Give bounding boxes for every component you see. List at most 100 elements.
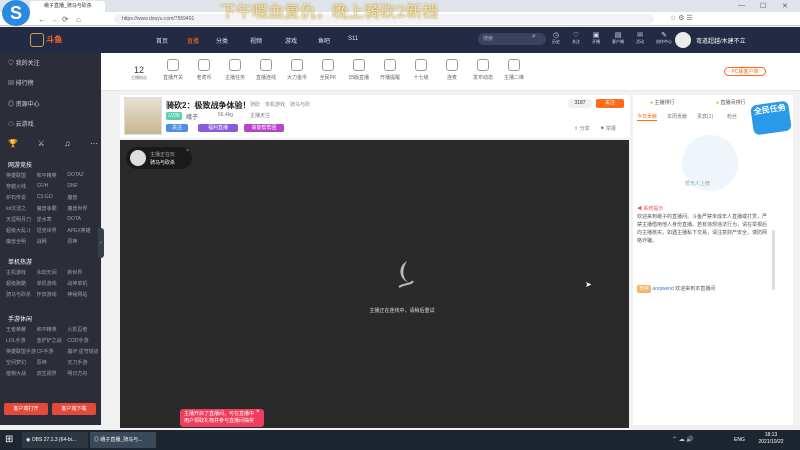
client-download-button[interactable]: 客户端下载	[52, 403, 96, 415]
video-player[interactable]	[120, 140, 629, 428]
sidebar-game-item[interactable]: 王者荣耀	[6, 326, 37, 333]
taskbar-app-browser[interactable]: ◎ 峨子直播_骑马与...	[90, 432, 156, 448]
room-tag[interactable]: 骑马与砍	[290, 101, 310, 108]
maximize-icon[interactable]: ☐	[760, 2, 766, 10]
sidebar-game-item[interactable]: 原神	[67, 238, 98, 245]
nav-yuba[interactable]: 鱼吧	[318, 36, 330, 45]
sidebar-game-item[interactable]: 主机游戏	[6, 269, 37, 276]
promo-badge[interactable]: 全民任务	[750, 100, 792, 136]
sidebar-game-item[interactable]: DNF	[67, 183, 98, 190]
sidebar-game-item[interactable]: LOL手游	[6, 337, 37, 344]
anchor-tool-item[interactable]: 主播任务	[220, 59, 250, 81]
sidebar-game-item[interactable]: 魔兽世界	[67, 205, 98, 212]
sidebar-game-item[interactable]: DOTA2	[67, 172, 98, 179]
home-icon[interactable]: ⌂	[76, 15, 81, 24]
room-tag[interactable]: 单机游戏	[265, 101, 285, 108]
room-rank-tab[interactable]: ● 直播间排行	[716, 99, 745, 106]
sidebar-game-item[interactable]: 天涯明月刀	[6, 216, 37, 223]
notification-toast[interactable]: 主播开启了直播间，可在直播中 用户领取礼物并参与直播间抽奖	[180, 409, 264, 427]
room-category[interactable]: 骑砍	[250, 101, 260, 108]
sidebar-game-item[interactable]: 英雄联盟手游	[6, 348, 37, 355]
streamer-avatar[interactable]	[124, 97, 162, 135]
sidebar-game-item[interactable]: 火影忍者	[67, 326, 98, 333]
sidebar-item-resource[interactable]: ◎ 资源中心	[8, 99, 40, 108]
site-logo[interactable]: 斗鱼	[30, 31, 130, 48]
anchor-tool-item[interactable]: 全民PK	[313, 59, 343, 81]
anchor-tool-item[interactable]: 直播开关	[158, 59, 188, 81]
sidebar-game-item[interactable]: 坦克世界	[37, 227, 68, 234]
sidebar-game-item[interactable]: 骑马与砍杀	[6, 291, 37, 298]
reload-icon[interactable]: ⟳	[62, 15, 69, 24]
contribution-tab[interactable]: 今日贡献	[637, 113, 658, 121]
sidebar-game-item[interactable]: 和平精英	[37, 326, 68, 333]
anchor-tool-item[interactable]: 大力金币	[282, 59, 312, 81]
taskbar-app-obs[interactable]: ◉ OBS 27.1.3 (64-bi...	[22, 432, 88, 448]
anchor-tool-item[interactable]: 开播提醒	[375, 59, 405, 81]
sidebar-game-item[interactable]: COD手游	[67, 337, 98, 344]
sidebar-game-item[interactable]: 战神单机	[67, 280, 98, 287]
sidebar-game-item[interactable]: 逆水寒	[37, 216, 68, 223]
sidebar-game-item[interactable]: 怀旧游戏	[37, 291, 68, 298]
nav-s11[interactable]: S11	[348, 36, 358, 42]
report-button[interactable]: ⚑ 举报	[600, 125, 616, 132]
avatar[interactable]	[675, 32, 691, 48]
sidebar-game-item[interactable]: 明日方舟	[67, 370, 98, 377]
welfare-badge[interactable]: 福利直播	[198, 124, 238, 132]
forward-icon[interactable]: →	[50, 15, 58, 24]
sidebar-game-item[interactable]: 战网	[37, 238, 68, 245]
sidebar-group-single[interactable]: 单机热游	[8, 257, 32, 266]
sidebar-game-item[interactable]: 植物大战	[6, 370, 37, 377]
back-icon[interactable]: ←	[38, 15, 46, 24]
close-window-icon[interactable]: ✕	[782, 2, 788, 10]
sidebar-game-item[interactable]: 魔兽全明	[6, 238, 37, 245]
activity-icon[interactable]: ✉ 活动	[636, 31, 644, 51]
creator-icon[interactable]: ✎ 创作中心	[656, 31, 672, 51]
search-icon[interactable]: ⌕	[532, 33, 536, 41]
sidebar-game-item[interactable]: 英雄联盟	[6, 172, 37, 179]
nav-video[interactable]: 视频	[250, 36, 262, 45]
sidebar-game-item[interactable]: 炉石传说	[6, 194, 37, 201]
sidebar-game-item[interactable]: 双生视界	[37, 370, 68, 377]
sidebar-game-item[interactable]: 穿越火线	[6, 183, 37, 190]
sidebar-group-net[interactable]: 网游竞技	[8, 160, 32, 169]
game-icon[interactable]: ⚔	[38, 139, 45, 148]
anchor-tool-item[interactable]: 老虎币	[189, 59, 219, 81]
tray-icons[interactable]: ⌃ ☁ 🔊	[672, 436, 694, 443]
pc-client-button[interactable]: PC版客户端	[724, 67, 766, 76]
sidebar-game-item[interactable]: 新世界	[67, 269, 98, 276]
sidebar-game-item[interactable]: 超级跑酷	[6, 280, 37, 287]
sidebar-game-item[interactable]: 超级大乱斗	[6, 227, 37, 234]
sidebar-game-item[interactable]: 魔兽争霸	[37, 205, 68, 212]
sidebar-game-item[interactable]: APEX英雄	[67, 227, 98, 234]
contribution-tab[interactable]: 本周贡献	[667, 113, 687, 120]
sidebar-game-item[interactable]: 神秘网站	[67, 291, 98, 298]
sidebar-game-item[interactable]: 永劫无间	[37, 269, 68, 276]
match-icon[interactable]: 🏆	[8, 139, 18, 148]
anchor-tool-item[interactable]: 直播连线	[251, 59, 281, 81]
fan-group-badge[interactable]: 高能帮帮团	[244, 124, 284, 132]
anchor-tool-item[interactable]: 十七级	[406, 59, 436, 81]
sidebar-item-cloud[interactable]: ☁ 云游戏	[8, 119, 34, 128]
nav-games[interactable]: 游戏	[285, 36, 297, 45]
sidebar-game-item[interactable]: lol沉浸之	[6, 205, 37, 212]
sidebar-item-rank[interactable]: ▤ 排行榜	[8, 78, 34, 87]
browser-tab[interactable]: 峨子直播_骑马与砍杀	[30, 1, 105, 12]
sidebar-game-item[interactable]: CF/H	[37, 183, 68, 190]
sidebar-game-item[interactable]: 崩坏:星穹铁道	[67, 348, 98, 355]
extensions-icon[interactable]: ☆ ⚙ ☰	[670, 14, 693, 22]
sidebar-game-item[interactable]: CF手游	[37, 348, 68, 355]
sidebar-game-item[interactable]: DOTA	[67, 216, 98, 223]
sidebar-game-item[interactable]: CS:GO	[37, 194, 68, 201]
sidebar-game-item[interactable]: 单机游戏	[37, 280, 68, 287]
share-button[interactable]: ⇪ 分享	[574, 125, 590, 132]
sidebar-collapse-handle[interactable]: ‹	[98, 228, 104, 258]
anchor-tool-item[interactable]: 连麦	[437, 59, 467, 81]
clock[interactable]: 18:13 2021/10/22	[752, 432, 790, 446]
toast-close-icon[interactable]: ×	[256, 409, 260, 415]
minimize-icon[interactable]: —	[738, 2, 745, 9]
sidebar-game-item[interactable]: 金铲铲之战	[37, 337, 68, 344]
follow-badge[interactable]: 关注	[166, 124, 188, 132]
client-icon[interactable]: ▤ 客户端	[612, 31, 624, 51]
music-icon[interactable]: ♫	[64, 139, 70, 148]
anchor-tool-item[interactable]: 主播二维	[499, 59, 529, 81]
